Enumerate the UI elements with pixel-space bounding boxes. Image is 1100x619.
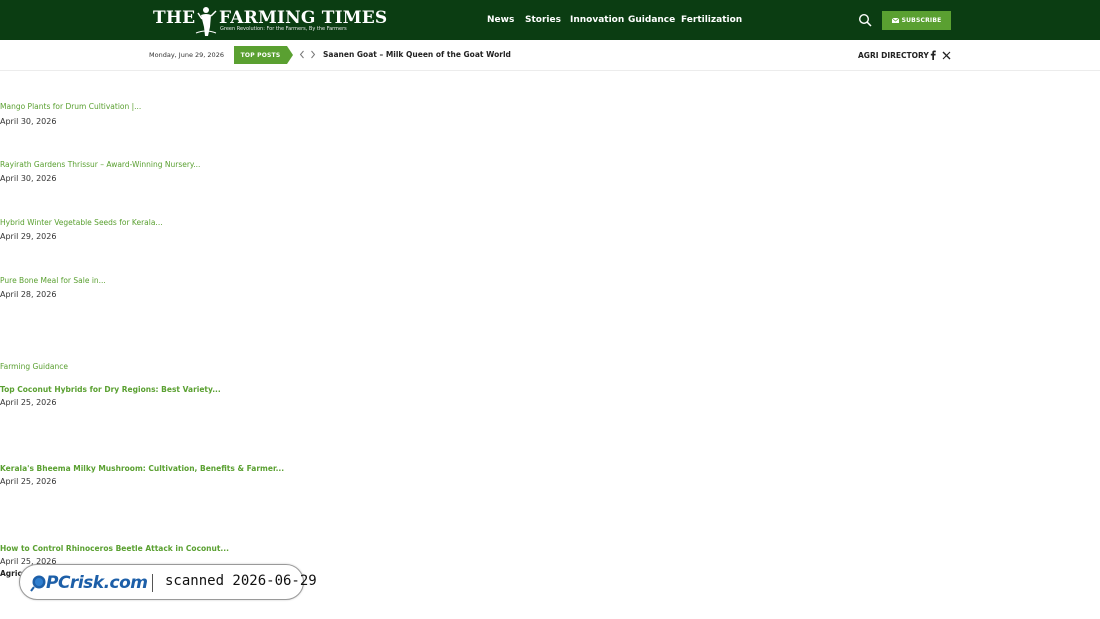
- logo-title-left: THE: [153, 8, 196, 28]
- nav-item-stories[interactable]: Stories: [525, 0, 561, 40]
- x-twitter-icon[interactable]: [942, 51, 951, 60]
- post-date: April 29, 2026: [0, 232, 57, 241]
- ticker-headline[interactable]: Saanen Goat – Milk Queen of the Goat Wor…: [323, 50, 511, 59]
- post-date: April 28, 2026: [0, 290, 57, 299]
- nav-item-guidance[interactable]: Guidance: [628, 0, 675, 40]
- chevron-right-icon[interactable]: [310, 50, 316, 59]
- guidance-post-link[interactable]: How to Control Rhinoceros Beetle Attack …: [0, 544, 229, 553]
- top-posts-arrow: [287, 46, 293, 64]
- post-title-link[interactable]: Mango Plants for Drum Cultivation |...: [0, 102, 141, 111]
- chevron-left-icon[interactable]: [299, 50, 305, 59]
- site-logo[interactable]: THE FARMING TIMES Green Revolution: For …: [153, 5, 387, 37]
- top-posts-label: TOP POSTS: [234, 46, 287, 64]
- post-title-link[interactable]: Pure Bone Meal for Sale in...: [0, 276, 106, 285]
- pcrisk-watermark: PCrisk.com scanned 2026-06-29: [19, 564, 317, 600]
- post-date: April 30, 2026: [0, 174, 57, 183]
- logo-title-right: FARMING TIMES: [219, 8, 388, 28]
- subscribe-label: SUBSCRIBE: [901, 17, 942, 24]
- ticker-bar: Monday, June 29, 2026 TOP POSTS Saanen G…: [0, 40, 1100, 71]
- scan-date-text: scanned 2026-06-29: [165, 573, 317, 589]
- section-title-farming-guidance[interactable]: Farming Guidance: [0, 362, 68, 371]
- search-icon[interactable]: [858, 13, 872, 27]
- subscribe-button[interactable]: SUBSCRIBE: [882, 11, 951, 30]
- farmer-figure-icon: [195, 7, 217, 36]
- current-date: Monday, June 29, 2026: [149, 51, 224, 59]
- pcrisk-brand: PCrisk.com: [46, 573, 148, 593]
- post-date: April 30, 2026: [0, 117, 57, 126]
- guidance-post-link[interactable]: Kerala's Bheema Milky Mushroom: Cultivat…: [0, 464, 284, 473]
- watermark-divider: [152, 574, 153, 592]
- envelope-icon: [891, 18, 899, 23]
- nav-item-innovation[interactable]: Innovation: [570, 0, 624, 40]
- post-date: April 25, 2026: [0, 398, 57, 407]
- post-title-link[interactable]: Hybrid Winter Vegetable Seeds for Kerala…: [0, 218, 163, 227]
- site-header: THE FARMING TIMES Green Revolution: For …: [0, 0, 1100, 40]
- logo-tagline: Green Revolution: For the Farmers, By th…: [220, 26, 347, 32]
- nav-item-fertilization[interactable]: Fertilization: [681, 0, 742, 40]
- post-title-link[interactable]: Rayirath Gardens Thrissur – Award-Winnin…: [0, 160, 200, 169]
- facebook-icon[interactable]: [930, 50, 936, 60]
- nav-item-news[interactable]: News: [487, 0, 514, 40]
- guidance-post-link[interactable]: Top Coconut Hybrids for Dry Regions: Bes…: [0, 385, 221, 394]
- agri-directory-link[interactable]: AGRI DIRECTORY: [858, 51, 929, 60]
- post-date: April 25, 2026: [0, 477, 57, 486]
- pcrisk-logo: PCrisk.com: [30, 570, 148, 596]
